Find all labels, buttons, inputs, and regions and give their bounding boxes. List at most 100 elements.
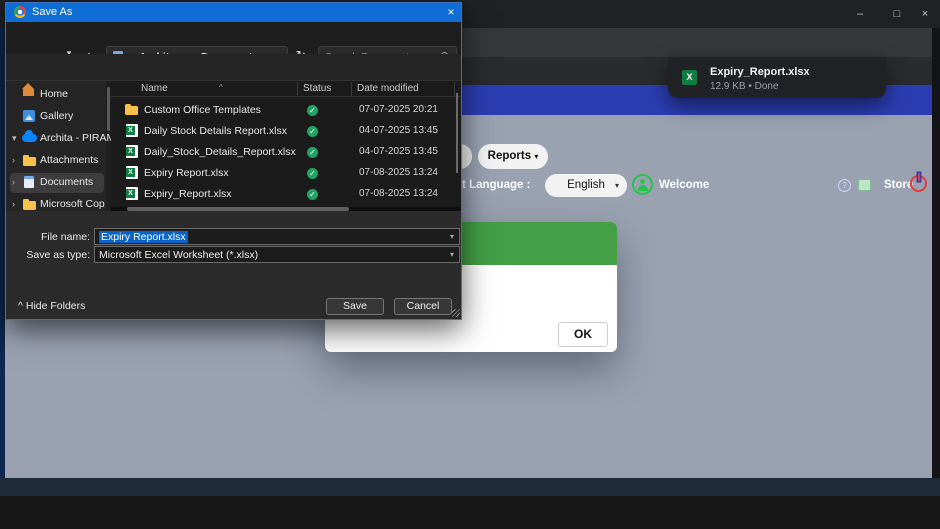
save-type-value: Microsoft Excel Worksheet (*.xlsx) [99,249,258,261]
file-row[interactable]: Expiry Report.xlsx ✓ 07-08-2025 13:24 [111,163,461,184]
file-row[interactable]: Daily_Stock_Details_Report.xlsx ✓ 04-07-… [111,142,461,163]
taskbar: 8 hp O ◆ T W ^ ENG IN [0,496,940,529]
file-name: Daily Stock Details Report.xlsx [144,125,287,137]
resize-grip[interactable] [452,309,460,317]
sync-check-icon: ✓ [307,189,318,200]
hide-folders-label: Hide Folders [26,300,86,312]
logout-power-icon[interactable] [910,175,927,192]
excel-icon [126,145,138,158]
file-row[interactable]: Daily Stock Details Report.xlsx ✓ 04-07-… [111,121,461,142]
cancel-button[interactable]: Cancel [394,298,452,315]
save-type-label: Save as type: [6,249,90,261]
file-date: 07-07-2025 20:21 [359,104,438,115]
file-name: Expiry Report.xlsx [144,167,229,179]
file-name-value: Expiry Report.xlsx [99,231,188,243]
sidebar-label: Home [40,88,68,100]
column-date[interactable]: Date modified [357,83,419,94]
dialog-sidebar: Home Gallery ▾ Archita - PIRAM › Attachm… [6,81,106,211]
excel-icon [126,166,138,179]
chevron-collapsed-icon[interactable]: › [12,199,15,209]
sync-check-icon: ✓ [307,168,318,179]
document-icon [24,176,34,188]
column-divider[interactable] [351,82,352,96]
chevron-down-icon: ▾ [534,152,538,161]
user-icon [632,174,653,195]
list-vertical-scrollbar[interactable] [456,93,458,173]
dialog-command-bar: Organize ▾ New folder ▾ ? [6,54,461,81]
download-popup[interactable]: X Expiry_Report.xlsx 12.9 KB • Done [668,57,886,98]
sidebar-item-gallery[interactable]: Gallery [10,107,104,127]
file-row[interactable]: Expiry_Report.xlsx ✓ 07-08-2025 13:24 [111,184,461,205]
file-date: 04-07-2025 13:45 [359,146,438,157]
sync-check-icon: ✓ [307,147,318,158]
chevron-collapsed-icon[interactable]: › [12,155,15,165]
sidebar-label: Microsoft Cop [40,198,105,210]
dialog-fields: File name: Expiry Report.xlsx ▾ Save as … [6,211,461,319]
list-header: Name ^ Status Date modified [111,81,461,97]
file-date: 04-07-2025 13:45 [359,125,438,136]
chrome-icon [14,6,26,18]
sidebar-item-home[interactable]: Home [10,85,104,105]
minimize-icon[interactable]: – [853,8,867,21]
save-type-select[interactable]: Microsoft Excel Worksheet (*.xlsx) ▾ [94,246,460,263]
folder-icon [125,106,138,115]
language-value: English [567,179,605,191]
onedrive-cloud-icon [22,134,37,142]
sidebar-item-onedrive[interactable]: ▾ Archita - PIRAM [10,129,104,149]
reports-button[interactable]: Reports ▾ [478,144,548,169]
hide-folders-button[interactable]: ^ Hide Folders [18,300,85,312]
dialog-close-icon[interactable]: × [443,5,459,20]
folder-icon [23,157,36,166]
chevron-collapsed-icon[interactable]: › [12,177,15,187]
welcome-text: Welcome [659,179,709,191]
folder-icon [23,201,36,210]
gallery-icon [23,110,35,122]
file-name: Custom Office Templates [144,104,261,116]
file-list: Name ^ Status Date modified Custom Offic… [111,81,461,211]
chevron-down-icon: ▾ [615,174,619,197]
sidebar-scrollbar[interactable] [107,87,110,131]
store-icon [858,179,871,191]
sidebar-label: Documents [40,176,93,188]
home-icon [23,89,34,96]
file-name-input[interactable]: Expiry Report.xlsx ▾ [94,228,460,245]
sidebar-item-documents[interactable]: › Documents [10,173,104,193]
maximize-icon[interactable]: □ [890,8,904,21]
chevron-expanded-icon[interactable]: ▾ [12,133,17,144]
column-divider[interactable] [297,82,298,96]
save-button[interactable]: Save [326,298,384,315]
sync-check-icon: ✓ [307,105,318,116]
dialog-title: Save As [32,6,72,18]
ok-button[interactable]: OK [558,322,608,347]
file-row[interactable]: Custom Office Templates ✓ 07-07-2025 20:… [111,100,461,121]
chevron-down-icon[interactable]: ▾ [450,250,454,259]
language-select[interactable]: English ▾ [545,174,627,197]
excel-icon [126,124,138,137]
save-as-dialog: Save As × ← → ▾ ↑ › Archita ... › Docume… [5,2,462,320]
chevron-down-icon[interactable]: ▾ [450,232,454,241]
column-status[interactable]: Status [303,83,331,94]
excel-icon [126,187,138,200]
sidebar-item-attachments[interactable]: › Attachments [10,151,104,171]
close-icon[interactable]: × [918,8,932,21]
column-name[interactable]: Name [141,83,168,94]
reports-label: Reports [488,150,531,162]
column-divider[interactable] [454,82,455,96]
sidebar-label: Gallery [40,110,73,122]
sidebar-label: Archita - PIRAM [40,132,115,144]
sort-asc-icon: ^ [219,83,223,92]
file-name: Expiry_Report.xlsx [144,188,232,200]
excel-icon: X [682,70,697,85]
dialog-titlebar[interactable]: Save As × [6,3,461,22]
file-date: 07-08-2025 13:24 [359,188,438,199]
file-name-label: File name: [6,231,90,243]
dialog-main: Home Gallery ▾ Archita - PIRAM › Attachm… [6,81,461,211]
page-scrollbar[interactable] [932,28,940,478]
download-meta: 12.9 KB • Done [710,81,779,92]
info-icon[interactable]: ? [838,179,851,192]
file-name: Daily_Stock_Details_Report.xlsx [144,146,296,158]
file-date: 07-08-2025 13:24 [359,167,438,178]
screen: – □ × ↓ ☆ ↓ ⋮ M Inbox (4,446) - archi...… [0,0,940,529]
page-footer: Powered by: WIPRO 2025 @ PSMRI Online [0,478,940,496]
dialog-nav-row: ← → ▾ ↑ › Archita ... › Documents › ▾ ↻ [6,22,461,54]
